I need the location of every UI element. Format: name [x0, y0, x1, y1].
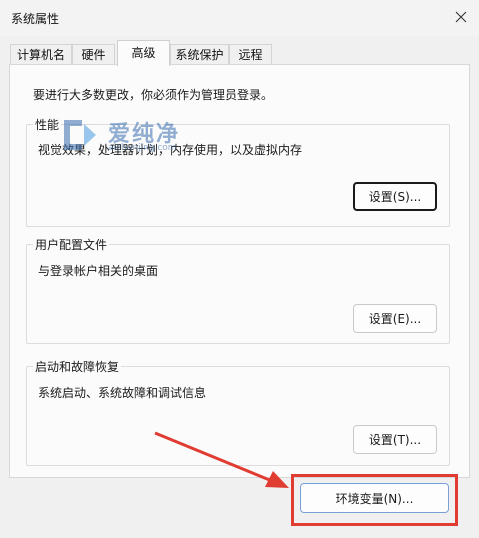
watermark-subtext: aichunjing.com	[108, 143, 177, 153]
watermark-logo-icon	[64, 120, 96, 150]
tab-advanced[interactable]: 高级	[117, 40, 170, 66]
watermark: 爱纯净 aichunjing.com	[60, 116, 178, 157]
annotation-arrow-icon	[154, 431, 289, 488]
